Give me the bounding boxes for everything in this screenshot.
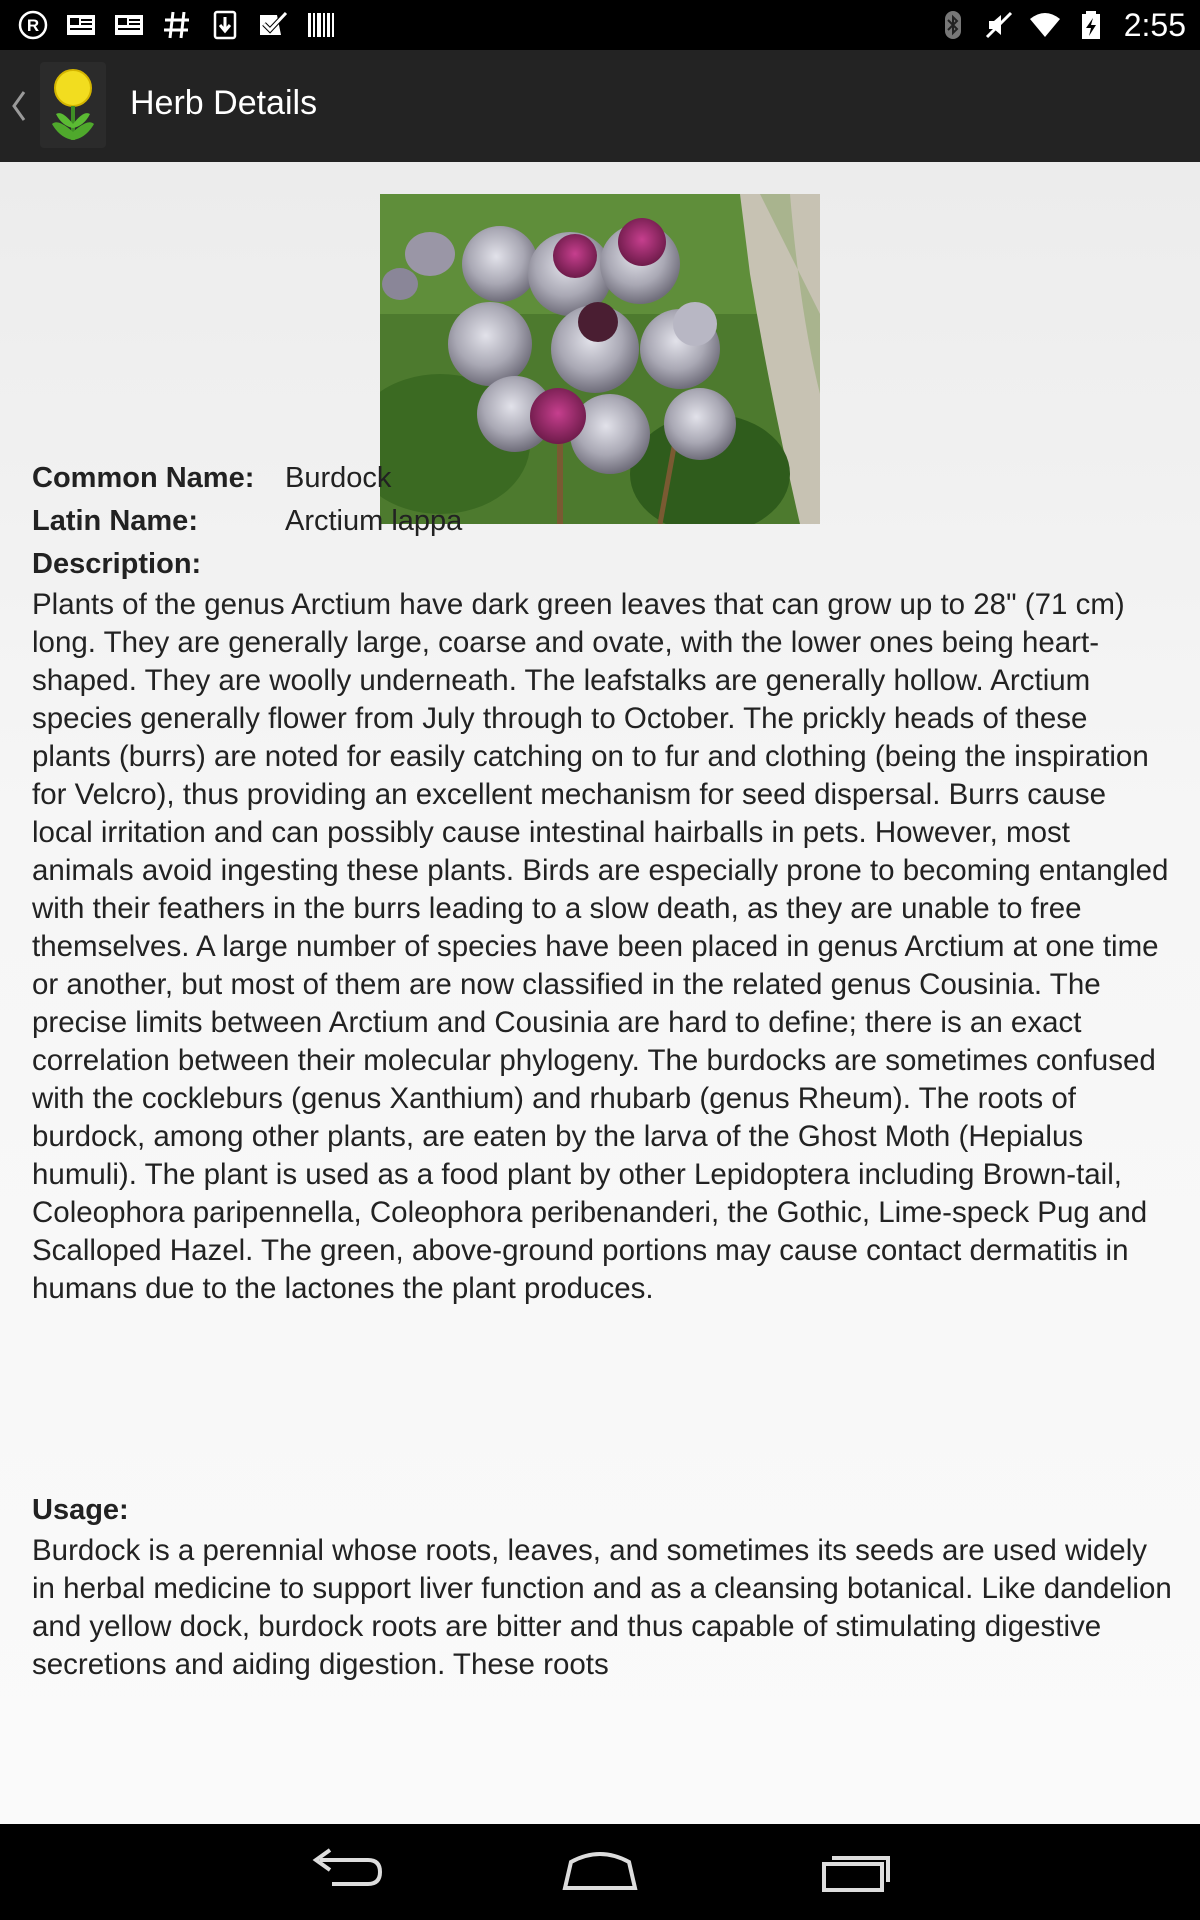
latin-name-value: Arctium lappa (285, 505, 463, 537)
description-heading-row: Description: (32, 548, 201, 581)
chevron-left-icon (12, 91, 26, 121)
common-name-value: Burdock (285, 462, 392, 494)
dandelion-icon (52, 69, 94, 140)
common-name-label: Common Name: (32, 462, 255, 494)
herb-details-content[interactable]: Common Name: Burdock Latin Name: Arctium… (0, 162, 1200, 1824)
bluetooth-icon (936, 8, 970, 42)
battery-charging-icon (1074, 8, 1108, 42)
screen-title: Herb Details (130, 84, 318, 122)
herb-photo (350, 194, 820, 534)
download-icon (208, 8, 242, 42)
mute-icon (982, 8, 1016, 42)
home-button[interactable] (555, 1844, 645, 1900)
navigation-bar (0, 1824, 1200, 1920)
latin-name-row: Latin Name: Arctium lappa (32, 505, 462, 538)
notification-icons: R (16, 8, 338, 42)
recents-button[interactable] (812, 1844, 902, 1900)
news-icon (64, 8, 98, 42)
description-text: Plants of the genus Arctium have dark gr… (32, 588, 1169, 1305)
back-button[interactable] (298, 1844, 388, 1900)
news-icon (112, 8, 146, 42)
home-icon (562, 1852, 638, 1890)
usage-heading-row: Usage: (32, 1494, 129, 1527)
usage-text: Burdock is a perennial whose roots, leav… (32, 1534, 1172, 1681)
status-bar: R 2:55 (0, 0, 1200, 50)
action-bar: Herb Details (0, 50, 1200, 162)
app-logo[interactable] (40, 62, 106, 148)
hash-icon (160, 8, 194, 42)
usage-label: Usage: (32, 1494, 129, 1526)
latin-name-label: Latin Name: (32, 505, 198, 537)
status-clock: 2:55 (1123, 7, 1186, 43)
common-name-row: Common Name: Burdock (32, 462, 391, 495)
recents-icon (822, 1856, 890, 1892)
svg-text:R: R (27, 16, 39, 35)
checkbox-icon (256, 8, 290, 42)
wifi-icon (1028, 8, 1062, 42)
description-label: Description: (32, 548, 202, 580)
registered-icon: R (16, 8, 50, 42)
back-icon (312, 1848, 383, 1886)
up-navigation-button[interactable] (6, 82, 32, 130)
system-icons: 2:55 (936, 6, 1186, 44)
barcode-icon (304, 8, 338, 42)
